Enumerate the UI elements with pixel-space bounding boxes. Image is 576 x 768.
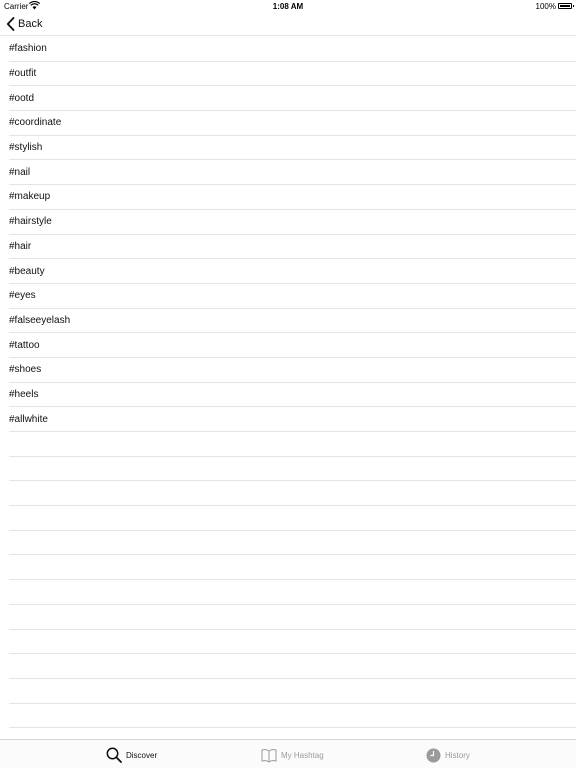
empty-row xyxy=(9,654,576,679)
battery-icon xyxy=(558,3,572,9)
empty-row xyxy=(9,605,576,630)
empty-row xyxy=(9,704,576,729)
tab-label: Discover xyxy=(126,750,158,760)
tab-history[interactable]: History xyxy=(426,746,470,764)
tab-bar: Discover My Hashtag History xyxy=(0,739,576,768)
empty-row xyxy=(9,580,576,605)
hashtag-row[interactable]: #stylish xyxy=(9,136,576,161)
hashtag-label: #heels xyxy=(9,388,39,400)
status-time: 1:08 AM xyxy=(272,2,304,11)
hashtag-row[interactable]: #makeup xyxy=(9,185,576,210)
book-icon xyxy=(261,748,277,763)
status-bar: Carrier 1:08 AM 100% xyxy=(0,0,576,12)
hashtag-row[interactable]: #beauty xyxy=(9,259,576,284)
battery-nub xyxy=(573,5,574,7)
hashtag-label: #outfit xyxy=(9,68,37,80)
hashtag-row[interactable]: #coordinate xyxy=(9,111,576,136)
hashtag-label: #eyes xyxy=(9,290,36,302)
hashtag-row[interactable]: #ootd xyxy=(9,86,576,112)
tab-label: History xyxy=(445,750,470,760)
hashtag-row[interactable]: #fashion xyxy=(9,37,576,62)
hashtag-label: #coordinate xyxy=(9,117,62,129)
hashtag-row[interactable]: #allwhite xyxy=(9,407,576,432)
hashtag-row[interactable]: #hair xyxy=(9,235,576,260)
hashtag-row[interactable]: #eyes xyxy=(9,284,576,309)
empty-row xyxy=(9,506,576,531)
tab-discover[interactable]: Discover xyxy=(106,746,157,764)
hashtag-label: #stylish xyxy=(9,142,43,154)
hashtag-row[interactable]: #falseeyelash xyxy=(9,309,576,334)
hashtag-label: #makeup xyxy=(9,191,51,203)
empty-row xyxy=(9,531,576,556)
hashtag-label: #allwhite xyxy=(9,413,48,425)
clock-icon xyxy=(426,748,441,762)
hashtag-row[interactable]: #outfit xyxy=(9,62,576,87)
chevron-left-icon xyxy=(6,17,15,31)
hashtag-label: #beauty xyxy=(9,265,45,277)
empty-row xyxy=(9,481,576,507)
hashtag-row[interactable]: #nail xyxy=(9,160,576,186)
hashtag-label: #hair xyxy=(9,240,32,252)
hashtag-label: #hairstyle xyxy=(9,216,52,228)
tab-my-hashtag[interactable]: My Hashtag xyxy=(261,746,324,764)
hashtag-label: #shoes xyxy=(9,364,42,376)
hashtag-row[interactable]: #tattoo xyxy=(9,333,576,358)
hashtag-label: #fashion xyxy=(9,43,47,55)
empty-row xyxy=(9,432,576,457)
search-icon xyxy=(106,747,122,763)
empty-row xyxy=(9,457,576,482)
navigation-bar: Back xyxy=(0,12,576,36)
back-label: Back xyxy=(18,18,43,30)
hashtag-label: #ootd xyxy=(9,92,35,104)
empty-row xyxy=(9,630,576,655)
hashtag-label: #falseeyelash xyxy=(9,314,71,326)
empty-row xyxy=(9,679,576,704)
hashtag-label: #tattoo xyxy=(9,339,40,351)
tab-label: My Hashtag xyxy=(281,750,324,760)
hashtag-row[interactable]: #heels xyxy=(9,383,576,408)
hashtag-label: #nail xyxy=(9,166,31,178)
empty-row xyxy=(9,555,576,581)
battery-percent: 100% xyxy=(535,2,556,11)
back-button[interactable]: Back xyxy=(6,16,42,32)
hashtag-row[interactable]: #hairstyle xyxy=(9,210,576,235)
hashtag-list: #fashion #outfit #ootd #coordinate #styl… xyxy=(0,37,576,729)
hashtag-row[interactable]: #shoes xyxy=(9,358,576,383)
